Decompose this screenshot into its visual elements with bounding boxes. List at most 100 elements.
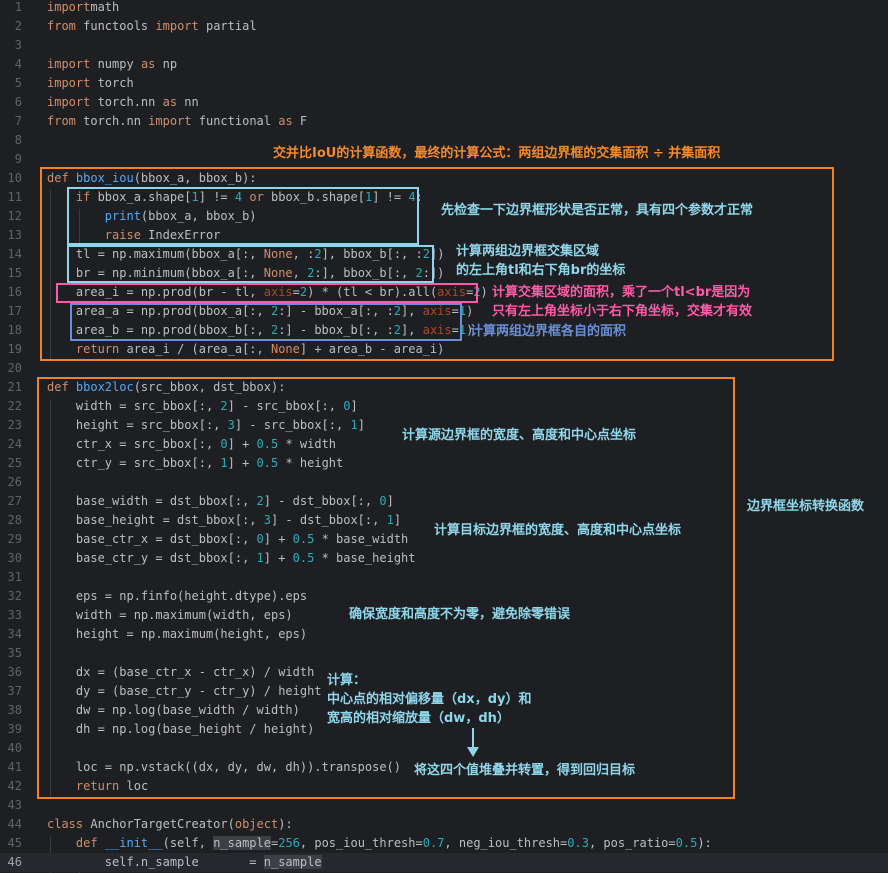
code-token: 0.3 <box>567 836 589 850</box>
line-number: 9 <box>14 152 22 166</box>
line-number: 29 <box>7 532 22 546</box>
line-number: 45 <box>7 836 22 850</box>
code-text[interactable]: class AnchorTargetCreator(object): <box>47 815 293 834</box>
line-number: 41 <box>7 760 22 774</box>
line-number: 39 <box>7 722 22 736</box>
line-number: 34 <box>7 627 22 641</box>
code-text[interactable]: import torch.nn as nn <box>47 93 199 112</box>
area-i-box <box>56 283 478 303</box>
line-number: 37 <box>7 684 22 698</box>
code-line[interactable]: 4 import numpy as np <box>0 55 888 74</box>
down-arrow-icon <box>467 728 479 757</box>
code-token: import <box>47 95 91 109</box>
code-token: as <box>140 57 156 71</box>
line-number: 18 <box>7 323 22 337</box>
tl-br-box <box>67 245 434 283</box>
intersection-area-annotation-1: 计算交集区域的面积，乘了一个tl<br是因为 <box>492 285 751 300</box>
code-token: __init__ <box>104 836 163 850</box>
code-token: n_sample <box>213 836 271 850</box>
line-number: 20 <box>7 361 22 375</box>
code-token: 0.5 <box>675 836 698 850</box>
code-token: numpy <box>90 57 141 71</box>
code-token: object <box>234 817 279 831</box>
line-number: 28 <box>7 513 22 527</box>
code-token: torch <box>90 76 134 90</box>
line-number: 42 <box>7 779 22 793</box>
calc-annotation-2: 中心点的相对偏移量（dx，dy）和 <box>327 692 532 707</box>
line-number: 23 <box>7 418 22 432</box>
code-text[interactable]: from functools import partial <box>47 17 257 36</box>
iou-title-annotation: 交并比IoU的计算函数，最终的计算公式：两组边界框的交集面积 ÷ 并集面积 <box>273 146 721 161</box>
line-number: 21 <box>7 380 22 394</box>
code-token: , pos_iou_thresh= <box>299 836 423 850</box>
code-token: import <box>47 76 91 90</box>
line-number: 19 <box>7 342 22 356</box>
code-text[interactable]: import numpy as np <box>47 55 177 74</box>
line-number: 15 <box>7 266 22 280</box>
line-number: 38 <box>7 703 22 717</box>
code-token: 256 <box>278 836 300 850</box>
line-number: 26 <box>7 475 22 489</box>
code-text[interactable]: def __init__(self, n_sample=256, pos_iou… <box>47 834 712 853</box>
line-number: 16 <box>7 285 22 299</box>
eps-annotation: 确保宽度和高度不为零，避免除零错误 <box>349 607 571 622</box>
line-number: 7 <box>14 114 22 128</box>
code-line[interactable]: 45 def __init__(self, n_sample=256, pos_… <box>0 834 888 853</box>
line-number: 6 <box>14 95 22 109</box>
line-number: 11 <box>7 190 22 204</box>
line-number: 32 <box>7 589 22 603</box>
code-token: np <box>155 57 178 71</box>
code-token: torch.nn <box>90 95 163 109</box>
line-number: 22 <box>7 399 22 413</box>
code-text[interactable]: from torch.nn import functional as F <box>47 112 307 131</box>
code-line[interactable]: 7 from torch.nn import functional as F <box>0 112 888 131</box>
bbox2loc-label-annotation: 边界框坐标转换函数 <box>747 499 865 514</box>
line-number: 44 <box>7 817 22 831</box>
code-token: self.n_sample = <box>47 855 264 869</box>
intersection-area-annotation-2: 只有左上角坐标小于右下角坐标，交集才有效 <box>492 304 753 319</box>
code-line[interactable]: 44 class AnchorTargetCreator(object): <box>0 815 888 834</box>
code-line[interactable]: 1 importmath <box>0 0 888 17</box>
code-token: nn <box>177 95 199 109</box>
line-number: 36 <box>7 665 22 679</box>
code-token: ): <box>697 836 712 850</box>
code-line[interactable]: 3 <box>0 36 888 55</box>
line-number: 33 <box>7 608 22 622</box>
each-area-annotation: 计算两组边界框各自的面积 <box>470 324 627 339</box>
code-text[interactable]: import torch <box>47 74 134 93</box>
code-token: import <box>148 114 192 128</box>
line-number: 24 <box>7 437 22 451</box>
line-number: 5 <box>14 76 22 90</box>
line-number: 4 <box>14 57 22 71</box>
line-number: 25 <box>7 456 22 470</box>
code-line[interactable]: 2 from functools import partial <box>0 17 888 36</box>
line-number: 13 <box>7 228 22 242</box>
code-line[interactable]: 46 self.n_sample = n_sample <box>0 853 888 872</box>
code-text[interactable]: importmath <box>47 0 119 17</box>
code-token: def <box>75 836 105 850</box>
code-token: AnchorTargetCreator( <box>90 817 235 831</box>
line-number: 8 <box>14 133 22 147</box>
line-number: 31 <box>7 570 22 584</box>
line-number: 10 <box>7 171 22 185</box>
code-token: n_sample <box>263 855 322 869</box>
line-number: 17 <box>7 304 22 318</box>
code-token: from <box>47 19 76 33</box>
code-token: , pos_ratio= <box>588 836 676 850</box>
line-number: 1 <box>14 0 22 14</box>
code-token: partial <box>198 19 257 33</box>
line-number: 12 <box>7 209 22 223</box>
code-token: from <box>47 114 76 128</box>
code-token: import <box>155 19 199 33</box>
line-number: 43 <box>7 798 22 812</box>
shape-check-box <box>67 187 419 245</box>
code-token: 0.7 <box>422 836 445 850</box>
code-token: , neg_iou_thresh= <box>444 836 568 850</box>
code-line[interactable]: 20 <box>0 359 888 378</box>
code-token: F <box>292 114 308 128</box>
code-line[interactable]: 5 import torch <box>0 74 888 93</box>
stack-annotation: 将这四个值堆叠并转置，得到回归目标 <box>414 763 636 778</box>
code-text[interactable]: self.n_sample = n_sample <box>47 853 322 872</box>
code-line[interactable]: 6 import torch.nn as nn <box>0 93 888 112</box>
